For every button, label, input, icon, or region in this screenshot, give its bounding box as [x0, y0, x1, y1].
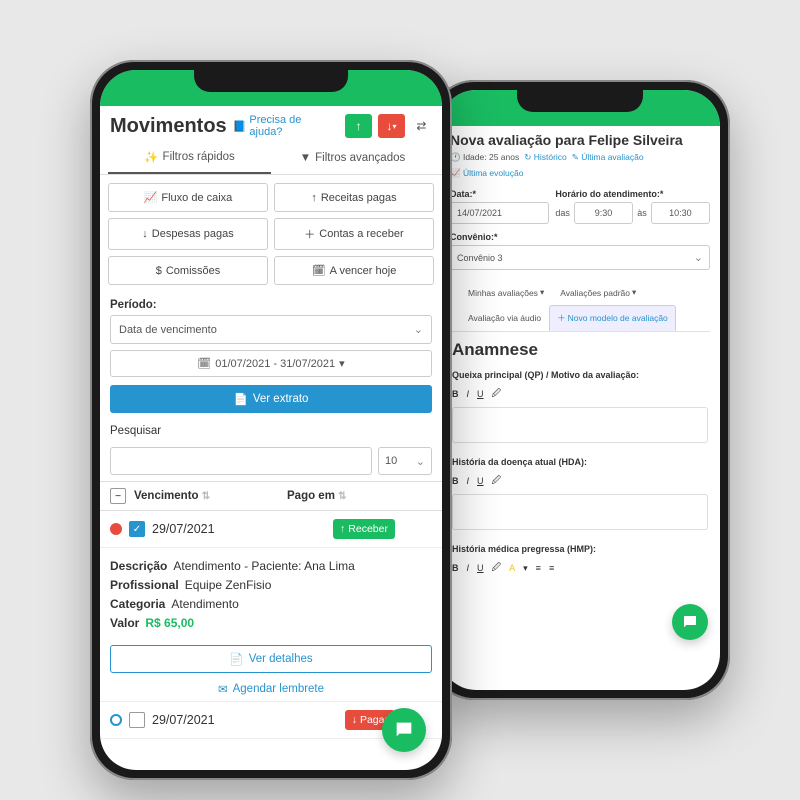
- chat-fab[interactable]: [382, 708, 426, 752]
- plus-icon: ＋: [304, 226, 315, 242]
- view-details-button[interactable]: 📄Ver detalhes: [110, 645, 432, 673]
- qp-toolbar[interactable]: BIU🖉: [440, 383, 720, 405]
- date-label: Data:*: [450, 189, 549, 199]
- chip-expenses-paid[interactable]: ↓Despesas pagas: [108, 218, 268, 250]
- dollar-icon: $: [156, 265, 162, 277]
- date-range-picker[interactable]: 🗓01/07/2021 - 31/07/2021 ▾: [110, 350, 432, 377]
- row-date: 29/07/2021: [152, 522, 326, 536]
- time-to-input[interactable]: 10:30: [651, 202, 710, 224]
- sort-icon: ⇅: [338, 494, 346, 499]
- hmp-toolbar[interactable]: BIU🖉A▾≡≡: [440, 557, 720, 579]
- tab-my-evaluations[interactable]: Minhas avaliações ▾: [460, 280, 552, 305]
- row-checkbox[interactable]: [129, 712, 145, 728]
- book-icon: 📘: [233, 120, 247, 133]
- tab-audio-evaluation[interactable]: Avaliação via áudio: [460, 305, 549, 331]
- period-label: Período:: [110, 299, 432, 311]
- schedule-reminder-link[interactable]: ✉Agendar lembrete: [100, 677, 442, 701]
- table-row[interactable]: ✓ 29/07/2021 ↑Receber: [100, 511, 442, 548]
- page-size-select[interactable]: 10: [378, 447, 432, 475]
- hda-label: História da doença atual (HDA):: [440, 451, 720, 470]
- envelope-icon: ✉: [218, 682, 228, 696]
- calendar-icon: 🗓: [312, 264, 326, 277]
- tab-advanced-filters[interactable]: ▼Filtros avançados: [271, 142, 434, 174]
- page-title: Movimentos: [110, 115, 227, 138]
- history-link[interactable]: ↻ Histórico: [524, 152, 567, 163]
- wand-icon: ✨: [144, 150, 158, 164]
- col-vencimento[interactable]: Vencimento ⇅: [134, 490, 279, 502]
- arrow-up-icon: ↑: [340, 523, 345, 535]
- qp-textarea[interactable]: [452, 407, 708, 443]
- last-eval-link[interactable]: ✎ Última avaliação: [572, 152, 644, 163]
- row-date: 29/07/2021: [152, 713, 338, 727]
- col-pago-em[interactable]: Pago em ⇅: [287, 490, 432, 502]
- prof-value: Equipe ZenFisio: [185, 578, 272, 592]
- calendar-icon: 🗓: [197, 357, 211, 370]
- document-icon: 📄: [234, 392, 248, 406]
- last-evo-link[interactable]: 📈 Última evolução: [450, 168, 523, 179]
- receive-button[interactable]: ↑Receber: [333, 519, 395, 539]
- time-label: Horário do atendimento:*: [555, 189, 710, 199]
- period-type-select[interactable]: Data de vencimento: [110, 315, 432, 344]
- up-button[interactable]: ↑: [345, 114, 372, 138]
- search-input[interactable]: [110, 447, 372, 475]
- arrow-down-icon: ↓: [142, 228, 148, 240]
- help-link[interactable]: 📘Precisa de ajuda?: [233, 114, 334, 138]
- swap-button[interactable]: ⇄: [411, 114, 432, 138]
- sort-icon: ⇅: [202, 494, 210, 499]
- value-amount: R$ 65,00: [145, 616, 194, 630]
- arrow-down-icon: ↓: [352, 714, 357, 726]
- convenio-select[interactable]: Convênio 3: [450, 245, 710, 270]
- cat-value: Atendimento: [171, 597, 238, 611]
- tab-quick-filters[interactable]: ✨Filtros rápidos: [108, 142, 271, 174]
- anamnese-heading: Anamnese: [440, 332, 720, 364]
- status-dot-pending: [110, 714, 122, 726]
- arrow-up-icon: ↑: [311, 192, 317, 204]
- hda-toolbar[interactable]: BIU🖉: [440, 470, 720, 492]
- search-label: Pesquisar: [110, 425, 432, 437]
- qp-label: Queixa principal (QP) / Motivo da avalia…: [440, 364, 720, 383]
- chart-icon: 📈: [144, 191, 158, 204]
- desc-value: Atendimento - Paciente: Ana Lima: [173, 559, 354, 573]
- select-all-checkbox[interactable]: −: [110, 488, 126, 504]
- time-from-input[interactable]: 9:30: [574, 202, 633, 224]
- swap-icon: ⇄: [416, 119, 426, 133]
- chip-cashflow[interactable]: 📈Fluxo de caixa: [108, 183, 268, 212]
- tab-standard-evaluations[interactable]: Avaliações padrão ▾: [552, 280, 644, 305]
- arrow-up-icon: ↑: [356, 119, 362, 133]
- row-checkbox[interactable]: ✓: [129, 521, 145, 537]
- filter-icon: ▼: [300, 152, 311, 164]
- chat-fab[interactable]: [672, 604, 708, 640]
- date-input[interactable]: 14/07/2021: [450, 202, 549, 224]
- view-extract-button[interactable]: 📄Ver extrato: [110, 385, 432, 413]
- hda-textarea[interactable]: [452, 494, 708, 530]
- patient-meta: 🕐 Idade: 25 anos ↻ Histórico ✎ Última av…: [440, 150, 720, 185]
- hmp-label: História médica pregressa (HMP):: [440, 538, 720, 557]
- convenio-label: Convênio:*: [450, 232, 710, 242]
- chip-commissions[interactable]: $Comissões: [108, 256, 268, 285]
- page-title: Nova avaliação para Felipe Silveira: [440, 126, 720, 150]
- chip-income-paid[interactable]: ↑Receitas pagas: [274, 183, 434, 212]
- tab-new-model[interactable]: ＋Novo modelo de avaliação: [549, 305, 676, 331]
- chip-receivables[interactable]: ＋Contas a receber: [274, 218, 434, 250]
- down-button[interactable]: ↓▾: [378, 114, 405, 138]
- status-dot-overdue: [110, 523, 122, 535]
- document-icon: 📄: [229, 652, 243, 666]
- chip-due-today[interactable]: 🗓A vencer hoje: [274, 256, 434, 285]
